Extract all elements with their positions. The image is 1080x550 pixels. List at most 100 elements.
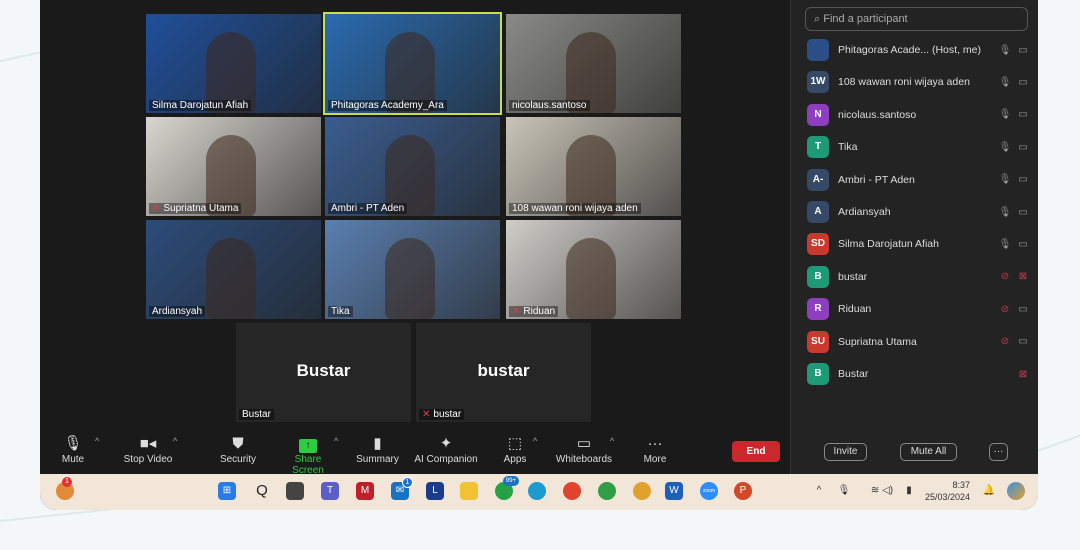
participant-row[interactable]: N nicolaus.santoso 🎙 ▭ [807,103,1032,127]
video-tile-off[interactable]: bustar ✕ bustar [416,323,591,422]
video-tile[interactable]: Tika [325,220,500,319]
stop-video-button[interactable]: ■◂ Stop Video [120,434,176,465]
participant-row[interactable]: R Riduan ⊘ ▭ [807,297,1032,321]
chrome-icon[interactable] [633,482,651,500]
participant-name: Ardiansyah [152,306,203,317]
mute-all-button[interactable]: Mute All [900,443,957,461]
microphone-icon[interactable]: 🎙 [835,482,853,500]
video-camera-icon[interactable]: ▭ [1014,304,1032,315]
search-icon[interactable]: Q [253,482,271,500]
share-screen-button[interactable]: ↑ Share Screen [278,434,338,476]
participant-row[interactable]: A- Ambri - PT Aden 🎙 ▭ [807,168,1032,192]
microphone-icon: 🎙 [63,435,83,452]
security-button[interactable]: ⛊ Security [218,434,258,465]
mcafee-icon[interactable]: M [356,482,374,500]
video-camera-icon[interactable]: ▭ [1014,174,1032,185]
chevron-up-icon[interactable]: ^ [810,482,828,500]
microphone-icon[interactable]: 🎙 [996,109,1014,120]
microphone-icon[interactable]: 🎙 [996,77,1014,88]
participant-row[interactable]: SU Supriatna Utama ⊘ ▭ [807,330,1032,354]
video-camera-icon[interactable]: ▭ [1014,109,1032,120]
task-view-icon[interactable] [286,482,304,500]
video-off-icon[interactable]: ⊠ [1014,369,1032,380]
word-icon[interactable]: W [665,482,683,500]
start-button-icon[interactable]: ⊞ [218,482,236,500]
video-tile[interactable]: ✕ Supriatna Utama [146,117,321,216]
weather-widget-icon[interactable]: 1 [56,477,74,500]
chrome-icon[interactable] [598,482,616,500]
video-camera-icon[interactable]: ▭ [1014,45,1032,56]
video-tile[interactable]: Phitagoras Academy_Ara [323,12,502,115]
ai-companion-button[interactable]: ✦ AI Companion [413,434,479,465]
caret-up-icon[interactable]: ^ [610,436,614,446]
microphone-icon[interactable]: 🎙 [996,142,1014,153]
whiteboards-button[interactable]: ▭ Whiteboards [554,434,614,465]
mic-muted-icon[interactable]: ⊘ [996,304,1014,315]
video-camera-icon[interactable]: ▭ [1014,336,1032,347]
participant-row[interactable]: B bustar ⊘ ⊠ [807,265,1032,289]
participant-row[interactable]: Phitagoras Acade... (Host, me) 🎙 ▭ [807,38,1032,62]
video-camera-icon[interactable]: ▭ [1014,142,1032,153]
caret-up-icon[interactable]: ^ [334,436,338,446]
more-label: More [643,454,667,465]
participant-row[interactable]: 1W 108 wawan roni wijaya aden 🎙 ▭ [807,70,1032,94]
chrome-icon[interactable] [563,482,581,500]
video-camera-icon[interactable]: ▭ [1014,77,1032,88]
video-camera-icon[interactable]: ▭ [1014,207,1032,218]
participant-name: bustar [838,270,868,283]
clock[interactable]: 8:37 25/03/2024 [925,479,970,503]
summary-button[interactable]: ▮ Summary [355,434,400,465]
apps-icon: ⬚ [507,435,523,452]
participants-panel: ⌕ Find a participant Phitagoras Acade...… [790,0,1038,474]
l-app-icon[interactable]: L [426,482,444,500]
security-label: Security [219,454,257,465]
microphone-icon[interactable]: 🎙 [996,207,1014,218]
video-tile[interactable]: nicolaus.santoso [506,14,681,113]
edge-icon[interactable] [528,482,546,500]
ai-companion-label: AI Companion [414,454,478,465]
wifi-volume-icon[interactable]: ≋ ◁) [862,482,902,500]
participant-name-label: ✕ Riduan [509,306,559,317]
video-tile[interactable]: 108 wawan roni wijaya aden [506,117,681,216]
end-meeting-button[interactable]: End [732,441,780,462]
caret-up-icon[interactable]: ^ [173,436,177,446]
invite-button[interactable]: Invite [824,443,867,461]
more-options-button[interactable]: ··· [989,443,1008,461]
mail-icon[interactable]: ✉ 1 [391,477,413,500]
participant-row[interactable]: SD Silma Darojatun Afiah 🎙 ▭ [807,232,1032,256]
zoom-icon[interactable]: zoom [700,482,718,500]
file-explorer-icon[interactable] [460,482,478,500]
participant-row[interactable]: T Tika 🎙 ▭ [807,135,1032,159]
apps-button[interactable]: ⬚ Apps [500,434,530,465]
video-tile[interactable]: Ardiansyah [146,220,321,319]
microphone-icon[interactable]: 🎙 [996,45,1014,56]
time: 8:37 [952,480,971,490]
teams-icon[interactable]: T [321,482,339,500]
video-tile[interactable]: Ambri - PT Aden [325,117,500,216]
caret-up-icon[interactable]: ^ [533,436,537,446]
video-off-icon[interactable]: ⊠ [1014,271,1032,282]
powerpoint-icon[interactable]: P [734,482,752,500]
find-participant-input[interactable]: ⌕ Find a participant [805,7,1028,31]
notification-bell-icon[interactable]: 🔔 [980,482,998,500]
copilot-icon[interactable] [1007,482,1025,500]
video-tile-off[interactable]: Bustar Bustar [236,323,411,422]
sparkle-icon: ✦ [439,435,453,452]
participant-silhouette [206,238,256,319]
mute-button[interactable]: 🎙 Mute [58,434,88,465]
mic-muted-icon[interactable]: ⊘ [996,336,1014,347]
participant-row[interactable]: B Bustar ⊠ [807,362,1032,386]
video-tile[interactable]: ✕ Riduan [506,220,681,319]
video-camera-icon[interactable]: ▭ [1014,239,1032,250]
mail-badge: 1 [402,477,413,488]
mic-muted-icon[interactable]: ⊘ [996,271,1014,282]
microphone-icon[interactable]: 🎙 [996,174,1014,185]
whatsapp-icon[interactable]: 99+ [495,476,519,500]
participant-row[interactable]: A Ardiansyah 🎙 ▭ [807,200,1032,224]
battery-icon[interactable]: ▮ [900,482,918,500]
shield-icon: ⛊ [232,435,244,452]
more-button[interactable]: ··· More [640,434,670,465]
caret-up-icon[interactable]: ^ [95,436,99,446]
video-tile[interactable]: Silma Darojatun Afiah [146,14,321,113]
microphone-icon[interactable]: 🎙 [996,239,1014,250]
